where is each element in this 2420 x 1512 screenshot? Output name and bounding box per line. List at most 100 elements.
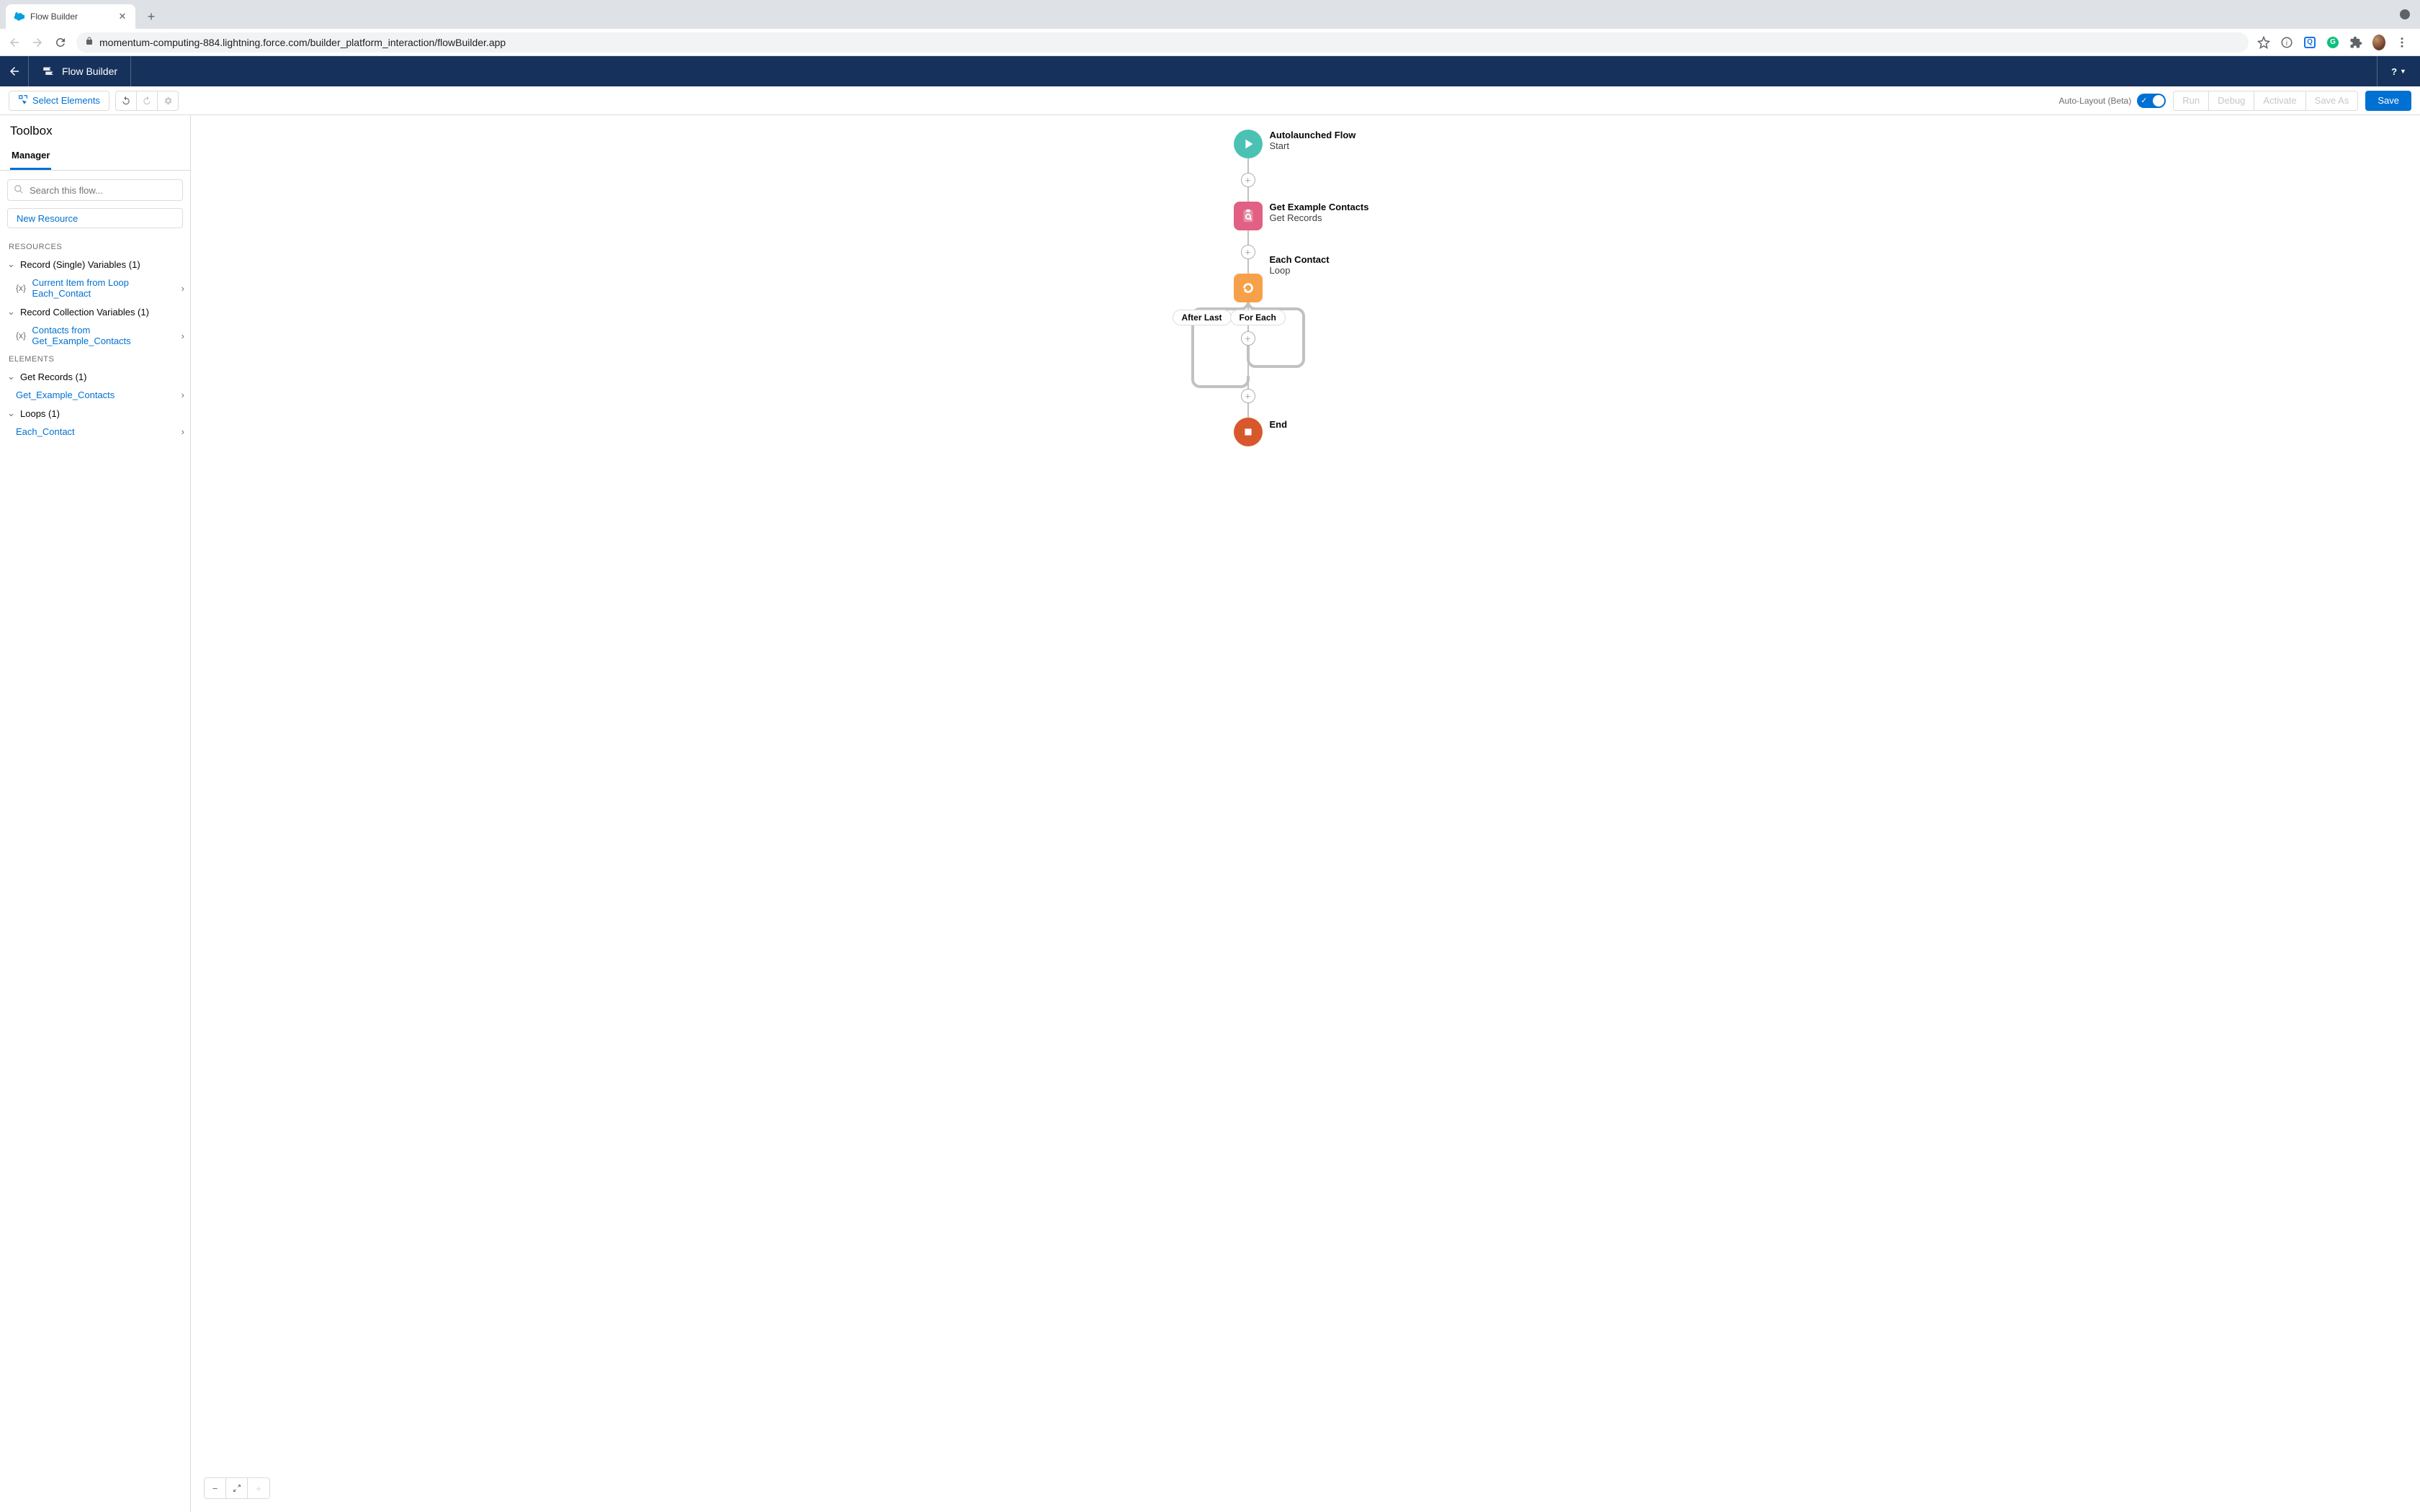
close-icon[interactable]: ✕ [117,11,128,22]
debug-button: Debug [2208,91,2254,111]
chevron-right-icon: › [182,426,184,437]
browser-tab-active[interactable]: Flow Builder ✕ [6,4,135,29]
url-text: momentum-computing-884.lightning.force.c… [99,37,506,48]
extension-grammarly-icon[interactable]: G [2326,36,2339,49]
toolbox-tabs: Manager [0,144,190,171]
save-button[interactable]: Save [2365,91,2411,111]
node-start[interactable]: Autolaunched Flow Start [1234,130,1263,158]
add-element-button[interactable]: + [1241,245,1255,259]
browser-tabstrip: Flow Builder ✕ + [0,0,2420,29]
toolbox-sidebar: Toolbox Manager New Resource RESOURCES ⌄… [0,115,191,1512]
builder-header: Flow Builder ? ▼ [0,56,2420,86]
chevron-down-icon: ⌄ [7,408,16,419]
node-get-records[interactable]: Get Example Contacts Get Records [1234,202,1263,230]
flow-icon [42,64,55,79]
item-get-example-contacts[interactable]: Get_Example_Contacts › [0,385,190,405]
group-get-records[interactable]: ⌄ Get Records (1) [0,368,190,385]
toolbox-search-input[interactable] [7,179,183,201]
node-get-records-sub: Get Records [1270,212,1369,223]
zoom-out-button[interactable]: − [205,1478,226,1498]
zoom-fit-button[interactable] [226,1478,248,1498]
resources-heading: RESOURCES [0,238,190,256]
start-icon [1234,130,1263,158]
node-loop[interactable]: Each Contact Loop [1234,274,1263,302]
lock-icon [85,37,94,48]
tab-manager[interactable]: Manager [10,144,51,170]
loop-icon [1234,274,1263,302]
select-elements-button[interactable]: Select Elements [9,91,109,111]
builder-back-button[interactable] [0,56,29,86]
add-element-button[interactable]: + [1241,389,1255,403]
node-loop-title: Each Contact [1270,254,1330,265]
end-icon [1234,418,1263,446]
profile-avatar[interactable] [2372,36,2385,49]
select-icon [18,94,28,107]
chevron-right-icon: › [182,283,184,294]
select-elements-label: Select Elements [32,95,100,106]
kebab-menu-icon[interactable] [2396,36,2408,49]
svg-text:i: i [2286,39,2287,47]
auto-layout-toggle[interactable]: Auto-Layout (Beta) ✓ [2059,94,2166,108]
group-record-collection[interactable]: ⌄ Record Collection Variables (1) [0,303,190,320]
builder-title: Flow Builder [29,56,131,86]
chevron-down-icon: ⌄ [7,306,16,318]
branch-after-last[interactable]: After Last [1173,310,1232,325]
toggle-switch[interactable]: ✓ [2137,94,2166,108]
chevron-right-icon: › [182,330,184,341]
url-input[interactable]: momentum-computing-884.lightning.force.c… [76,32,2249,53]
save-as-button: Save As [2305,91,2359,111]
elements-heading: ELEMENTS [0,351,190,368]
chevron-down-icon: ⌄ [7,371,16,382]
item-contacts-collection[interactable]: {x} Contacts from Get_Example_Contacts › [0,320,190,351]
item-each-contact[interactable]: Each_Contact › [0,422,190,441]
node-start-title: Autolaunched Flow [1270,130,1356,140]
zoom-controls: − + [204,1477,270,1499]
help-menu[interactable]: ? ▼ [2377,56,2420,86]
flow-canvas[interactable]: Autolaunched Flow Start + Get Example Co… [191,115,2420,1512]
node-end[interactable]: End [1234,418,1263,446]
get-records-icon [1234,202,1263,230]
node-loop-sub: Loop [1270,265,1330,276]
undo-button[interactable] [115,91,137,111]
help-icon: ? [2391,66,2397,77]
group-loops[interactable]: ⌄ Loops (1) [0,405,190,422]
variable-icon: {x} [16,283,27,293]
add-element-button[interactable]: + [1241,173,1255,187]
nav-forward-icon [30,35,45,50]
info-icon[interactable]: i [2280,36,2293,49]
node-start-sub: Start [1270,140,1356,151]
window-controls [2400,0,2410,29]
extensions-puzzle-icon[interactable] [2349,36,2362,49]
nav-back-icon [7,35,22,50]
reload-icon[interactable] [53,35,68,50]
browser-address-bar: momentum-computing-884.lightning.force.c… [0,29,2420,56]
chevron-down-icon: ⌄ [7,258,16,270]
redo-button [136,91,158,111]
browser-tab-title: Flow Builder [30,12,111,22]
chevron-down-icon: ▼ [2400,68,2406,75]
add-element-button[interactable]: + [1241,331,1255,346]
extension-search-icon[interactable]: Q [2303,36,2316,49]
settings-button [157,91,179,111]
zoom-in-button: + [248,1478,269,1498]
toolbox-title: Toolbox [0,115,190,144]
run-button: Run [2173,91,2209,111]
group-record-single[interactable]: ⌄ Record (Single) Variables (1) [0,256,190,273]
check-icon: ✓ [2141,96,2147,105]
new-tab-button[interactable]: + [141,6,161,27]
star-icon[interactable] [2257,36,2270,49]
salesforce-cloud-icon [13,11,24,22]
search-icon [14,184,24,197]
auto-layout-label: Auto-Layout (Beta) [2059,96,2132,106]
builder-title-text: Flow Builder [62,66,117,77]
node-get-records-title: Get Example Contacts [1270,202,1369,212]
expand-icon[interactable] [2400,9,2410,19]
chevron-right-icon: › [182,390,184,400]
branch-for-each[interactable]: For Each [1230,310,1286,325]
variable-icon: {x} [16,330,26,341]
new-resource-button[interactable]: New Resource [7,208,183,228]
flow-toolbar: Select Elements Auto-Layout (Beta) ✓ [0,86,2420,115]
activate-button: Activate [2254,91,2305,111]
item-current-loop-item[interactable]: {x} Current Item from Loop Each_Contact … [0,273,190,303]
node-end-title: End [1270,419,1288,430]
